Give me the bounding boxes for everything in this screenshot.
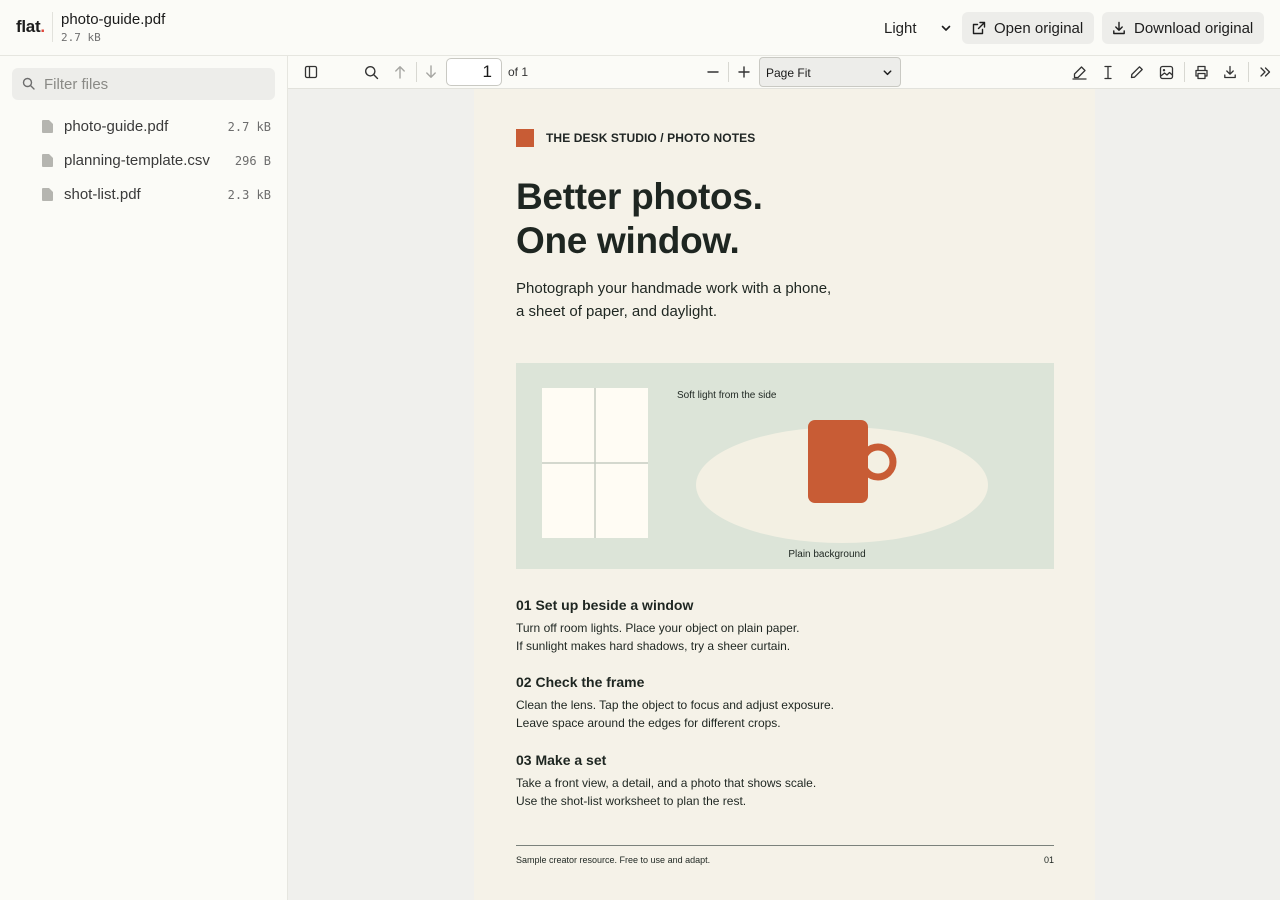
open-original-label: Open original: [994, 19, 1084, 37]
print-button[interactable]: [1192, 63, 1210, 81]
draw-button[interactable]: [1128, 63, 1146, 81]
filter-files-input[interactable]: [44, 68, 264, 100]
toolbar-divider: [728, 62, 729, 82]
app-logo[interactable]: flat.: [16, 17, 45, 37]
page-count: of 1: [508, 65, 529, 79]
step-body: Turn off room lights. Place your object …: [516, 621, 800, 653]
footer-rule: [516, 845, 1054, 846]
text-cursor-icon: [1104, 65, 1112, 79]
save-button[interactable]: [1221, 63, 1239, 81]
zoom-in-button[interactable]: [735, 63, 753, 81]
step-heading: 01 Set up beside a window: [516, 597, 694, 613]
external-link-icon: [972, 21, 986, 35]
download-icon: [1224, 65, 1236, 79]
download-original-button[interactable]: Download original: [1102, 12, 1264, 44]
add-image-button[interactable]: [1157, 63, 1175, 81]
highlighter-icon: [1071, 65, 1087, 80]
setup-illustration: Soft light from the side Plain backgroun…: [516, 363, 1054, 569]
download-original-label: Download original: [1134, 19, 1254, 37]
next-page-button[interactable]: [422, 63, 440, 81]
file-sidebar: photo-guide.pdf 2.7 kB planning-template…: [0, 56, 288, 900]
download-icon: [1113, 21, 1125, 35]
image-icon: [1159, 65, 1173, 79]
file-name: photo-guide.pdf: [64, 118, 169, 135]
file-icon: [42, 120, 53, 133]
brand-square: [516, 129, 534, 147]
pencil-icon: [1130, 66, 1143, 79]
file-size: 2.7 kB: [61, 31, 101, 44]
open-original-button[interactable]: Open original: [962, 12, 1094, 44]
arrow-up-icon: [395, 66, 405, 79]
file-size-label: 2.7 kB: [227, 120, 271, 134]
zoom-out-button[interactable]: [704, 63, 722, 81]
search-icon: [364, 65, 378, 79]
theme-select-value: Light: [884, 20, 917, 37]
window-shape: [542, 388, 648, 538]
footer-text: Sample creator resource. Free to use and…: [516, 855, 711, 865]
file-name: planning-template.csv: [64, 152, 210, 169]
file-icon: [42, 154, 53, 167]
file-icon: [42, 188, 53, 201]
step-body: Clean the lens. Tap the object to focus …: [516, 698, 834, 730]
text-tool-button[interactable]: [1099, 63, 1117, 81]
arrow-down-icon: [426, 65, 436, 78]
highlight-button[interactable]: [1070, 63, 1088, 81]
filter-box: [12, 68, 275, 100]
chevron-down-icon: [883, 70, 892, 76]
zoom-select[interactable]: Page Fit: [759, 57, 901, 87]
document-title: Better photos. One window.: [516, 176, 763, 261]
minus-icon: [707, 71, 719, 73]
pdf-page: THE DESK STUDIO / PHOTO NOTES Better pho…: [474, 89, 1095, 900]
file-name: shot-list.pdf: [64, 186, 141, 203]
file-size-label: 296 B: [234, 154, 271, 168]
top-header: flat. photo-guide.pdf 2.7 kB Light Open …: [0, 0, 1280, 56]
file-item-photo-guide[interactable]: photo-guide.pdf 2.7 kB: [12, 112, 275, 142]
header-divider: [52, 12, 53, 42]
theme-select[interactable]: Light: [876, 12, 956, 44]
find-button[interactable]: [362, 63, 380, 81]
file-item-shot-list[interactable]: shot-list.pdf 2.3 kB: [12, 180, 275, 210]
page-number-input[interactable]: [446, 58, 502, 86]
step-heading: 02 Check the frame: [516, 674, 645, 690]
file-size-label: 2.3 kB: [227, 188, 271, 202]
tools-menu-button[interactable]: [1256, 63, 1274, 81]
step-body: Take a front view, a detail, and a photo…: [516, 776, 817, 808]
chevron-down-icon: [941, 25, 951, 31]
double-chevron-right-icon: [1260, 67, 1271, 77]
background-label: Plain background: [788, 549, 865, 560]
zoom-select-value: Page Fit: [766, 66, 811, 80]
plus-icon: [738, 66, 750, 78]
toolbar-divider: [1184, 62, 1185, 82]
step-heading: 03 Make a set: [516, 752, 607, 768]
document-brand-line: THE DESK STUDIO / PHOTO NOTES: [546, 131, 756, 145]
file-item-planning-template[interactable]: planning-template.csv 296 B: [12, 146, 275, 176]
toggle-sidebar-button[interactable]: [302, 63, 320, 81]
printer-icon: [1194, 65, 1208, 79]
toolbar-divider: [1248, 62, 1249, 82]
page-number-label: 01: [1043, 855, 1054, 865]
pdf-toolbar: of 1 Page Fit: [288, 56, 1280, 89]
document-subtitle: Photograph your handmade work with a pho…: [516, 280, 832, 320]
toolbar-divider: [416, 62, 417, 82]
search-icon: [22, 77, 35, 90]
file-title: photo-guide.pdf: [61, 11, 166, 28]
light-label: Soft light from the side: [677, 390, 777, 401]
sidebar-toggle-icon: [304, 65, 318, 79]
pdf-viewer[interactable]: THE DESK STUDIO / PHOTO NOTES Better pho…: [288, 89, 1280, 900]
previous-page-button[interactable]: [391, 63, 409, 81]
